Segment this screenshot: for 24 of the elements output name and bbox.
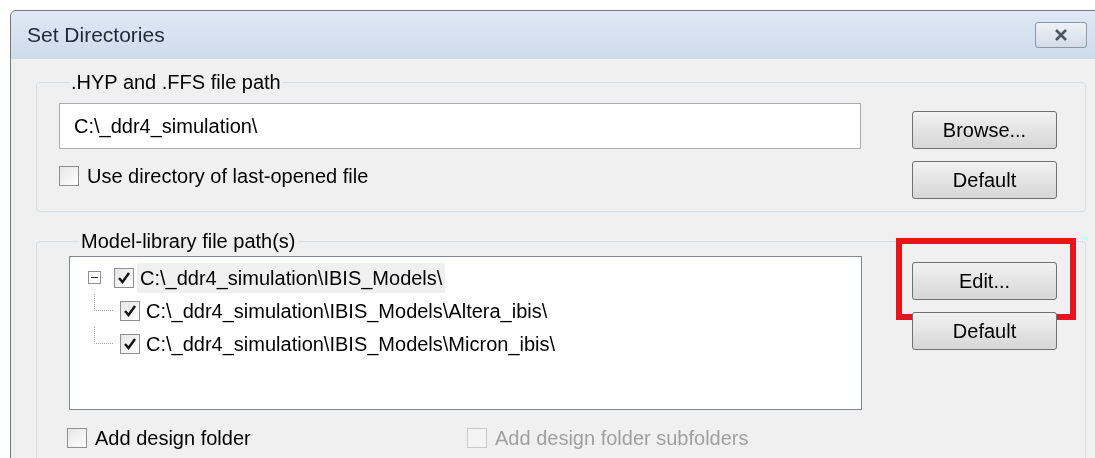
tree-item[interactable]: C:\_ddr4_simulation\IBIS_Models\Altera_ibis\ bbox=[143, 295, 551, 326]
tree-connector bbox=[94, 294, 114, 311]
path-field[interactable]: C:\_ddr4_simulation\ bbox=[59, 103, 861, 149]
tree-item[interactable]: C:\_ddr4_simulation\IBIS_Models\ bbox=[137, 262, 446, 293]
group-label: Model-library file path(s) bbox=[80, 229, 297, 254]
tree-connector bbox=[94, 327, 114, 344]
checkbox-label: Use directory of last-opened file bbox=[87, 164, 369, 189]
dialog-button[interactable]: Browse... bbox=[912, 111, 1057, 149]
checkbox[interactable] bbox=[120, 300, 140, 321]
close-button[interactable] bbox=[1035, 22, 1087, 48]
checkbox[interactable] bbox=[120, 333, 140, 354]
window-title: Set Directories bbox=[27, 22, 165, 49]
collapse-icon[interactable] bbox=[88, 271, 101, 284]
checkbox-label: Add design folder bbox=[95, 426, 251, 451]
checkbox[interactable] bbox=[59, 166, 79, 186]
close-icon bbox=[1054, 29, 1068, 41]
tree-item[interactable]: C:\_ddr4_simulation\IBIS_Models\Micron_ibis\ bbox=[143, 328, 559, 359]
dialog-button[interactable]: Edit... bbox=[912, 262, 1057, 300]
group-label: .HYP and .FFS file path bbox=[70, 70, 282, 95]
checkbox-label: Add design folder subfolders bbox=[495, 426, 749, 451]
dialog-button[interactable]: Default bbox=[912, 312, 1057, 350]
checkbox[interactable] bbox=[67, 428, 87, 448]
dialog-button[interactable]: Default bbox=[912, 161, 1057, 199]
checkbox[interactable] bbox=[114, 267, 134, 288]
